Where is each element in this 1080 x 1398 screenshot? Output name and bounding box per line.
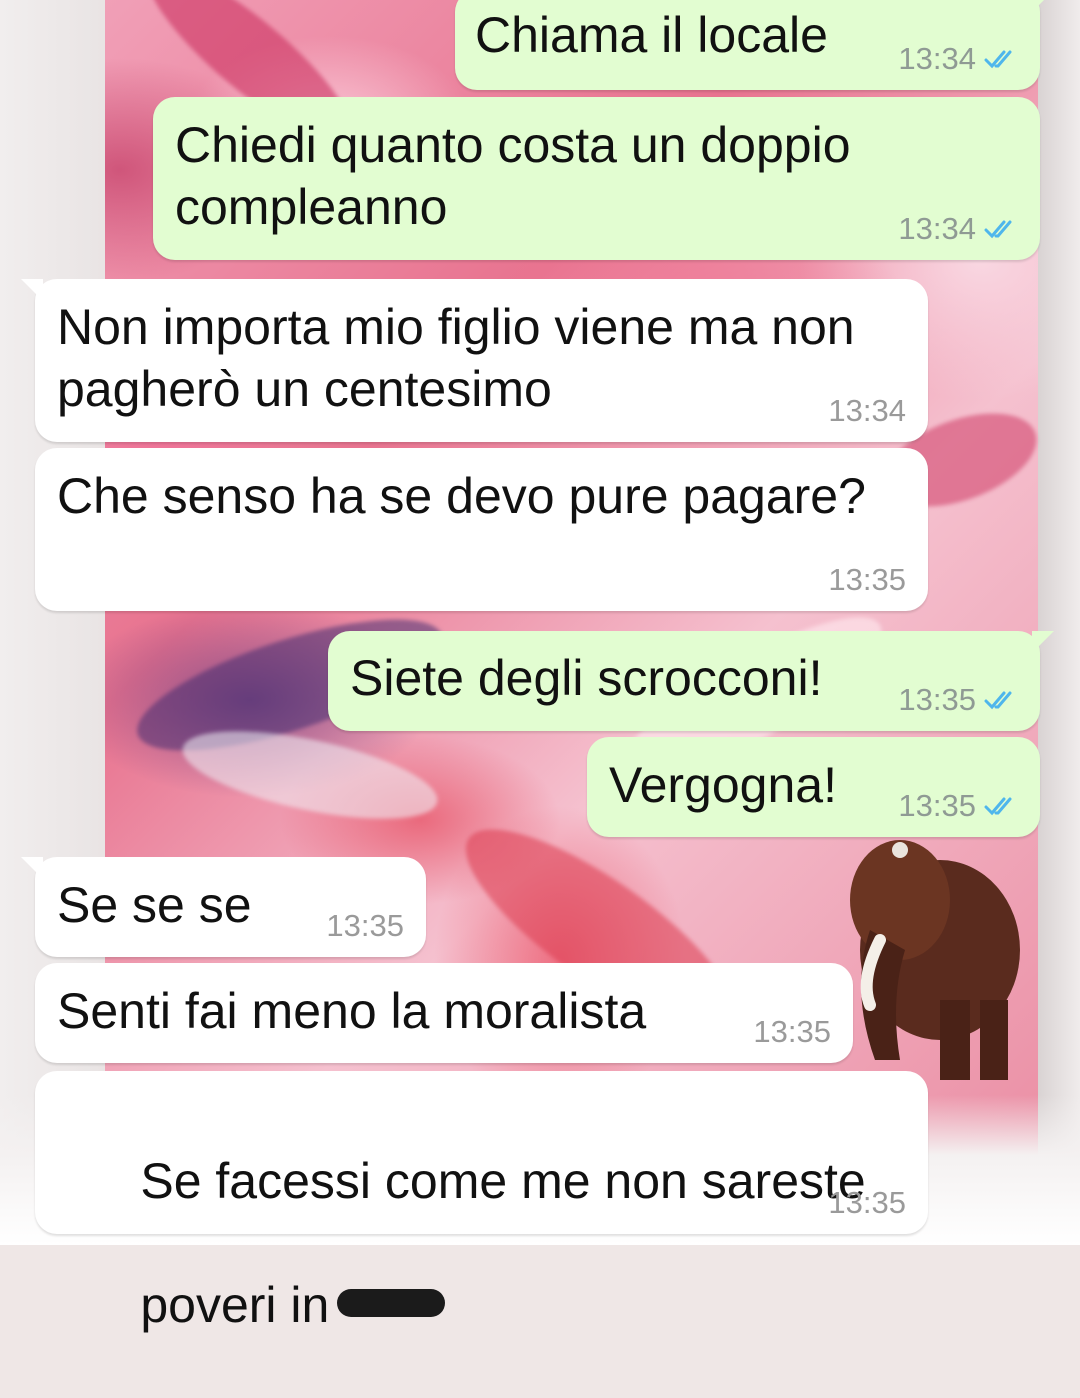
message-text: Senti fai meno la moralista <box>57 983 647 1039</box>
bubble-tail <box>21 857 43 879</box>
message-bubble-outgoing[interactable]: Vergogna! 13:35 <box>587 737 1040 837</box>
message-meta: 13:34 <box>898 42 1018 76</box>
message-meta: 13:35 <box>326 909 404 943</box>
message-time: 13:34 <box>898 211 976 246</box>
message-text: Che senso ha se devo pure pagare? <box>57 468 866 524</box>
message-bubble-incoming[interactable]: Se se se 13:35 <box>21 857 426 957</box>
message-meta: 13:35 <box>828 1186 906 1220</box>
double-check-read-icon <box>984 50 1012 69</box>
message-bubble-outgoing[interactable]: Siete degli scrocconi! 13:35 <box>328 631 1054 731</box>
message-time: 13:34 <box>898 41 976 76</box>
message-meta: 13:35 <box>753 1015 831 1049</box>
message-text-line: Se facessi come me non sareste <box>140 1153 866 1209</box>
message-time: 13:34 <box>828 393 906 428</box>
message-bubble-outgoing[interactable]: Chiama il locale 13:34 <box>455 0 1054 90</box>
message-time: 13:35 <box>326 908 404 943</box>
message-bubble-incoming[interactable]: Se facessi come me non sareste poveri in… <box>35 1071 928 1333</box>
double-check-read-icon <box>984 691 1012 710</box>
message-meta: 13:34 <box>898 212 1018 246</box>
message-bubble-incoming[interactable]: Senti fai meno la moralista 13:35 <box>35 963 853 1063</box>
message-time: 13:35 <box>898 788 976 823</box>
message-bubble-incoming[interactable]: Non importa mio figlio viene ma non pagh… <box>21 279 928 442</box>
message-meta: 13:35 <box>828 563 906 597</box>
message-meta: 13:35 <box>898 789 1018 823</box>
message-text: Se se se <box>57 877 252 933</box>
chat-conversation[interactable]: Chiama il locale 13:34 Chiedi quanto cos… <box>0 0 1080 1333</box>
redaction-blot <box>337 1288 446 1317</box>
double-check-read-icon <box>984 220 1012 239</box>
message-meta: 13:35 <box>898 683 1018 717</box>
message-text: Non importa mio figlio viene ma non pagh… <box>57 299 855 417</box>
message-time: 13:35 <box>828 1185 906 1220</box>
message-text: Chiedi quanto costa un doppio compleanno <box>175 117 851 235</box>
bubble-tail <box>1032 0 1054 12</box>
message-bubble-incoming[interactable]: Che senso ha se devo pure pagare? 13:35 <box>35 448 928 611</box>
message-meta: 13:34 <box>828 394 906 428</box>
message-text: Vergogna! <box>609 757 837 813</box>
message-time: 13:35 <box>828 562 906 597</box>
bubble-tail <box>1032 631 1054 653</box>
message-text: Siete degli scrocconi! <box>350 650 823 706</box>
bubble-tail <box>21 279 43 301</box>
message-time: 13:35 <box>898 682 976 717</box>
message-text-line: poveri in <box>140 1277 330 1333</box>
message-text: Chiama il locale <box>475 7 828 63</box>
message-text: Se facessi come me non sareste poveri in <box>57 1088 866 1398</box>
double-check-read-icon <box>984 797 1012 816</box>
message-time: 13:35 <box>753 1014 831 1049</box>
message-bubble-outgoing[interactable]: Chiedi quanto costa un doppio compleanno… <box>153 97 1040 260</box>
